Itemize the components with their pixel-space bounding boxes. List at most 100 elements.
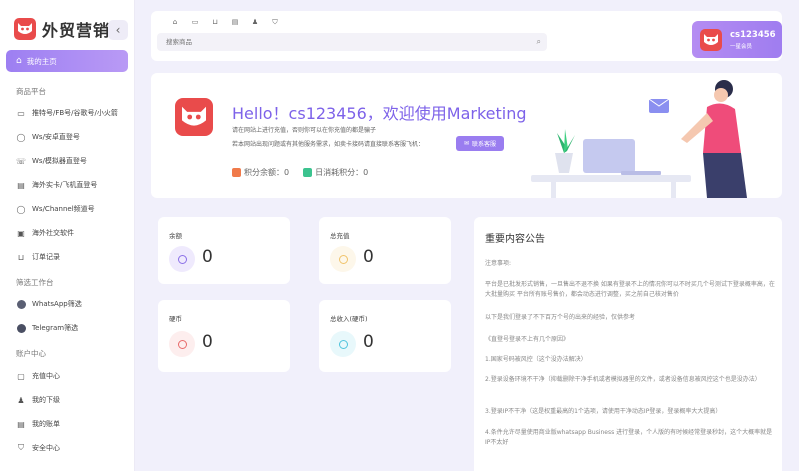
welcome-title: Hello！cs123456，欢迎使用Marketing (232, 104, 527, 123)
sidebar-section-account: 账户中心 (16, 349, 46, 358)
announcement-line: 《直登号登录不上有几个原因》 (485, 336, 570, 343)
sidebar-item-recharge[interactable]: ▢ 充值中心 (16, 371, 60, 381)
points-balance: 积分余额： 0 (232, 167, 289, 178)
sidebar-item-label: 安全中心 (32, 444, 60, 452)
user-menu[interactable]: cs123456 一星会员 (692, 21, 782, 58)
points-label: 积分余额： (244, 168, 284, 177)
stat-value: 0 (363, 332, 374, 352)
home-icon[interactable]: ⌂ (165, 18, 185, 27)
contact-support-button[interactable]: ✉ 联系客服 (456, 136, 505, 151)
sidebar-item-orders[interactable]: ⊔ 订单记录 (16, 252, 60, 262)
points-summary: 积分余额： 0 日消耗积分： 0 (232, 167, 382, 178)
daily-value: 0 (363, 168, 369, 177)
stat-card-balance: 余额 0 (158, 217, 290, 284)
user-icon[interactable]: ♟ (245, 18, 265, 27)
search-icon[interactable]: ⌕ (537, 37, 541, 47)
announcement-line: 1.国家号码被风控（这个没办法解决） (485, 356, 587, 363)
points-value: 0 (284, 168, 290, 177)
sidebar-item-label: Ws/安卓直登号 (32, 133, 80, 141)
sidebar-item-ws-emulator[interactable]: ☏ Ws/模拟器直登号 (16, 156, 87, 166)
brand-logo (14, 18, 36, 40)
document-icon: ▤ (17, 180, 25, 190)
sidebar-item-label: Ws/Channel频道号 (32, 205, 95, 213)
home-icon: ⌂ (16, 56, 22, 66)
wallet-icon (169, 246, 195, 272)
chevron-left-icon[interactable]: ‹ (108, 20, 128, 40)
sidebar-item-bills[interactable]: ▤ 我的账单 (16, 419, 60, 429)
sidebar: 外贸营销 ‹ ⌂ 我的主页 商品平台 ▭ 推特号/FB号/谷歌号/小火箭 ◯ W… (0, 0, 135, 471)
shield-icon[interactable]: ⛉ (265, 18, 285, 27)
announcement-line: 平台是已批发形式销售，一旦售出不退不换 如果有登录不上的情况你可以不时买几个号测… (485, 281, 775, 298)
stat-card-total-income: 总收入(硬币) 0 (319, 300, 451, 372)
money-icon (330, 246, 356, 272)
sidebar-item-whatsapp-filter[interactable]: WhatsApp筛选 (16, 299, 82, 309)
telegram-icon (16, 323, 26, 333)
daily-points: 日消耗积分： 0 (303, 167, 368, 178)
contact-button-label: 联系客服 (472, 141, 497, 148)
cart-icon: ⊔ (17, 252, 25, 262)
card-icon[interactable]: ▭ (185, 18, 205, 27)
bill-icon: ▤ (17, 419, 25, 429)
sidebar-item-subordinates[interactable]: ♟ 我的下级 (16, 395, 60, 405)
sidebar-item-home[interactable]: ⌂ 我的主页 (6, 50, 128, 72)
cart-icon[interactable]: ⊔ (205, 18, 225, 27)
announcement-panel: 重要内容公告 注意事项: 平台是已批发形式销售，一旦售出不退不换 如果有登录不上… (474, 217, 782, 471)
sidebar-item-label: Telegram筛选 (32, 324, 79, 332)
message-icon: ▭ (17, 108, 25, 118)
welcome-support-text: 若本网站出现问题或有其他服务需求，如卖卡接码请直接联系客服飞机： (232, 141, 425, 148)
sidebar-item-label: 海外社交软件 (32, 229, 74, 237)
stat-card-coins: 硬币 0 (158, 300, 290, 372)
sidebar-item-label: 推特号/FB号/谷歌号/小火箭 (32, 109, 118, 117)
stat-value: 0 (202, 247, 213, 267)
phone-icon: ☏ (16, 156, 27, 166)
document-icon[interactable]: ▤ (225, 18, 245, 27)
sidebar-item-label: 海外实卡/飞机直登号 (32, 181, 98, 189)
sidebar-item-ws-channel[interactable]: ◯ Ws/Channel频道号 (16, 204, 95, 214)
chat-icon: ✉ (464, 140, 470, 147)
avatar (700, 28, 722, 51)
stat-label: 总充值 (330, 232, 350, 240)
users-icon: ♟ (17, 395, 25, 405)
brand[interactable]: 外贸营销 (14, 17, 110, 41)
welcome-avatar (175, 98, 213, 136)
quick-nav: ⌂ ▭ ⊔ ▤ ♟ ⛉ (165, 18, 285, 27)
user-role: 一星会员 (730, 43, 753, 50)
announcement-line: 2.登录设备环境不干净（抑载删除干净手机或者模拟器里的文件，或者设备信息被风控这… (485, 376, 761, 383)
whatsapp-filled-icon (16, 299, 26, 309)
sidebar-item-telegram-filter[interactable]: Telegram筛选 (16, 323, 78, 333)
brand-name: 外贸营销 (42, 21, 111, 40)
stat-label: 余额 (169, 232, 182, 240)
announcement-line: 4.条件允许尽量使用商业版whatsapp Business 进行登录，个人版的… (485, 429, 773, 446)
sidebar-item-social-accounts[interactable]: ▭ 推特号/FB号/谷歌号/小火箭 (16, 108, 118, 118)
stat-value: 0 (363, 247, 374, 267)
sidebar-item-ws-android[interactable]: ◯ Ws/安卓直登号 (16, 132, 80, 142)
announcement-line: 注意事项: (485, 260, 512, 267)
welcome-illustration (531, 80, 747, 198)
coins-icon (232, 168, 241, 177)
sidebar-item-label: Ws/模拟器直登号 (32, 157, 87, 165)
stat-card-total-recharge: 总充值 0 (319, 217, 451, 284)
announcement-line: 3.登录IP不干净（这是权重最高的1个选项，请使用干净动态IP登录，登录概率大大… (485, 408, 722, 415)
stat-value: 0 (202, 332, 213, 352)
sidebar-item-security[interactable]: ⛉ 安全中心 (16, 443, 60, 453)
stat-label: 总收入(硬币) (330, 315, 368, 323)
recharge-icon: ▢ (17, 371, 25, 381)
coin-icon (169, 331, 195, 357)
search-input[interactable] (166, 38, 526, 46)
income-icon (330, 331, 356, 357)
whatsapp-icon: ◯ (16, 204, 26, 214)
user-meta: cs123456 一星会员 (730, 30, 776, 50)
box-icon: ▣ (17, 228, 25, 238)
sidebar-item-label: 我的下级 (32, 396, 60, 404)
user-name: cs123456 (730, 29, 776, 40)
topbar: ⌂ ▭ ⊔ ▤ ♟ ⛉ ⌕ (151, 11, 782, 61)
announcement-title: 重要内容公告 (485, 234, 545, 245)
search-box: ⌕ (157, 33, 547, 51)
whatsapp-icon: ◯ (16, 132, 26, 142)
sidebar-item-overseas-card[interactable]: ▤ 海外实卡/飞机直登号 (16, 180, 97, 190)
announcement-line: 以下是我们登录了不下百万个号的出来的经验，仅供参考 (485, 314, 636, 321)
sidebar-item-label: 我的主页 (26, 56, 57, 66)
sidebar-item-label: WhatsApp筛选 (32, 300, 82, 308)
sidebar-item-social-apps[interactable]: ▣ 海外社交软件 (16, 228, 74, 238)
stat-label: 硬币 (169, 315, 182, 323)
